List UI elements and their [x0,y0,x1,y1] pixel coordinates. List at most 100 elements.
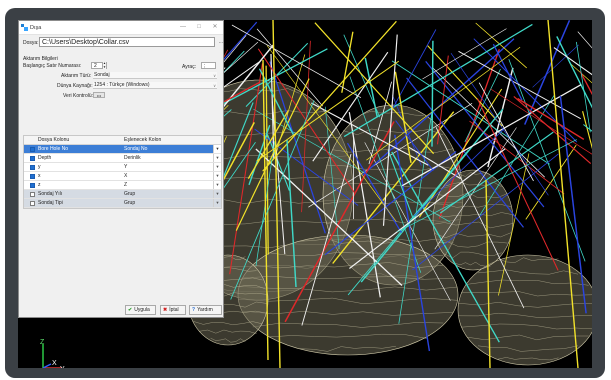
close-button[interactable]: ✕ [207,21,223,34]
target-column-cell[interactable]: Grup [122,199,213,207]
source-column-cell: Depth [38,155,52,161]
y-axis-label: Y [60,366,65,368]
apply-button[interactable]: ✔ Uygula [125,305,156,315]
target-column-cell[interactable]: Derinlik [122,154,213,162]
row-checkbox[interactable] [28,199,36,207]
drill-hole-trace [427,45,503,127]
source-column-cell: Bore Hole No [38,146,69,152]
table-header: Dosya Kolonu Eşlenecek Kolon [24,136,221,145]
row-checkbox[interactable] [28,190,36,198]
checkbox-icon[interactable] [29,191,35,197]
table-row[interactable]: Sondaj Yılı Grup ▼ [24,190,221,199]
import-type-label: Aktarım Türü: [61,73,92,79]
target-column-cell[interactable]: Z [122,181,213,189]
section-title: Aktarım Bilgileri [23,56,58,62]
checkbox-icon[interactable] [29,155,35,161]
start-row-label: Başlangıç Satır Numarası: [23,63,82,69]
world-source-combo[interactable]: 1254 : Türkçe (Windows) ∨ [93,82,217,89]
stepper-arrows-icon[interactable]: ▲ ▼ [102,61,106,69]
header-target-column[interactable]: Eşlenecek Kolon [122,136,221,144]
checkmark-icon: ✔ [128,307,133,313]
row-checkbox[interactable] [28,181,36,189]
drill-hole-trace [582,111,592,150]
cross-icon: ✖ [163,307,168,313]
table-row[interactable]: Depth Derinlik ▼ [24,154,221,163]
table-body: Bore Hole No Sondaj No ▼ Depth Derinlik ▼ y Y ▼ x… [24,145,221,208]
import-type-value: Sondaj [94,72,110,78]
chevron-down-icon[interactable]: ▼ [213,172,221,180]
source-column-cell: x [38,173,41,179]
drill-hole-trace [392,29,437,110]
drill-hole-trace [431,40,434,147]
drill-hole-trace [513,95,592,165]
start-row-stepper[interactable]: 2 ▲ ▼ [91,61,107,69]
checkbox-icon[interactable] [29,164,35,170]
table-row[interactable]: y Y ▼ [24,163,221,172]
screenshot-frame: Z X Y Dışa — □ ✕ Dosya: C:\Users\Desktop… [5,8,605,378]
target-column-cell[interactable]: Y [122,163,213,171]
import-dialog: Dışa — □ ✕ Dosya: C:\Users\Desktop\Colla… [18,20,224,318]
separator-label: Ayraç: [182,64,197,70]
source-column-cell: y [38,164,41,170]
maximize-button[interactable]: □ [191,21,207,34]
checkbox-icon[interactable] [29,200,35,206]
drill-hole-trace [553,47,592,76]
x-axis-label: X [52,360,57,367]
data-check-label: Veri Kontrolü: [63,93,94,99]
world-source-value: 1254 : Türkçe (Windows) [94,82,150,88]
drill-hole-trace [579,71,592,96]
header-source-column[interactable]: Dosya Kolonu [36,136,122,144]
help-button[interactable]: ? Yardım [189,305,222,315]
import-type-combo[interactable]: Sondaj ∨ [93,72,217,79]
chevron-down-icon[interactable]: ▼ [213,145,221,153]
checkbox-icon[interactable] [29,173,35,179]
table-row[interactable]: Bore Hole No Sondaj No ▼ [24,145,221,154]
help-label: Yardım [197,307,213,313]
dialog-title: Dışa [30,24,42,31]
axis-gizmo: Z X Y [34,338,74,368]
checkbox-icon[interactable] [29,146,35,152]
target-column-cell[interactable]: Sondaj No [122,145,213,153]
chevron-down-icon[interactable]: ▼ [213,154,221,162]
minimize-button[interactable]: — [175,21,191,34]
dialog-titlebar[interactable]: Dışa — □ ✕ [19,21,223,35]
chevron-down-icon: ∨ [213,83,216,88]
z-axis-label: Z [40,339,45,346]
column-mapping-table: Dosya Kolonu Eşlenecek Kolon Bore Hole N… [23,135,222,209]
table-row[interactable]: z Z ▼ [24,181,221,190]
ore-body-wireframe-mesh [162,79,592,366]
data-check-button[interactable]: ••• [93,92,105,98]
file-label: Dosya: [23,40,39,46]
browse-button[interactable]: ... [218,37,224,47]
table-row[interactable]: Sondaj Tipi Grup ▼ [24,199,221,208]
drill-hole-trace [492,43,523,101]
mesh-surface [457,254,592,366]
cancel-button[interactable]: ✖ İptal [160,305,186,315]
row-checkbox[interactable] [28,154,36,162]
table-row[interactable]: x X ▼ [24,172,221,181]
file-path-input[interactable]: C:\Users\Desktop\Collar.csv [39,37,215,47]
source-column-cell: Sondaj Tipi [38,200,63,206]
separator-input[interactable]: ; [201,62,216,69]
drill-hole-trace [577,31,592,49]
world-source-label: Dünya Kaynağı: [57,83,93,89]
drill-hole-trace [343,23,533,138]
checkbox-icon[interactable] [29,182,35,188]
target-column-cell[interactable]: X [122,172,213,180]
help-icon: ? [192,307,196,313]
row-checkbox[interactable] [28,145,36,153]
apply-label: Uygula [134,307,150,313]
chevron-down-icon[interactable]: ▼ [213,190,221,198]
row-checkbox[interactable] [28,172,36,180]
source-column-cell: Sondaj Yılı [38,191,63,197]
drill-hole-trace [525,144,577,220]
chevron-down-icon[interactable]: ▼ [213,199,221,207]
chevron-down-icon[interactable]: ▼ [213,163,221,171]
row-checkbox[interactable] [28,163,36,171]
chevron-down-icon[interactable]: ▼ [213,181,221,189]
target-column-cell[interactable]: Grup [122,190,213,198]
chevron-down-icon: ∨ [213,73,216,78]
start-row-value: 2 [94,63,97,69]
source-column-cell: z [38,182,41,188]
cancel-label: İptal [169,307,179,313]
